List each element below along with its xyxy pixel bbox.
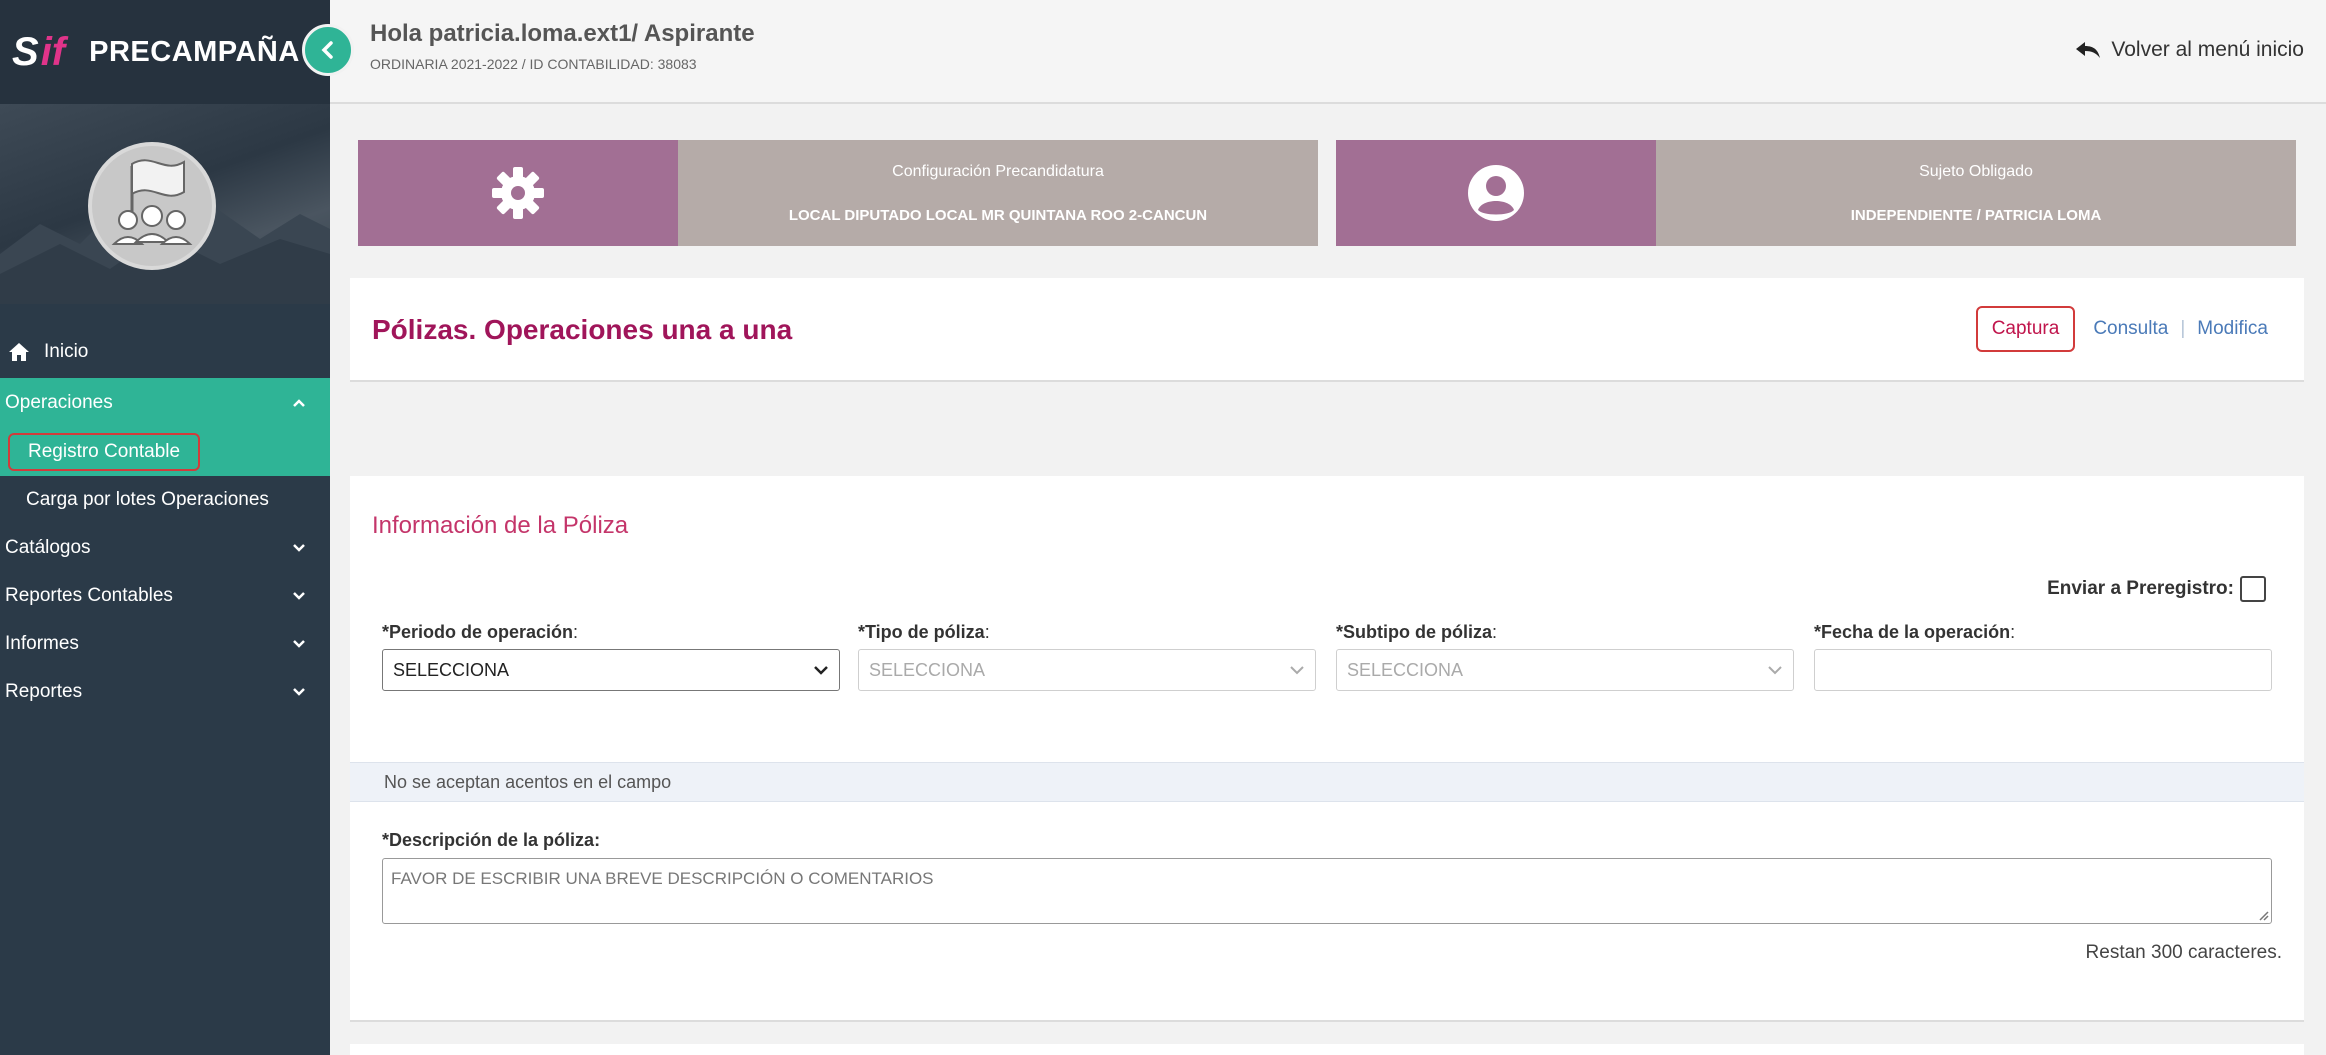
periodo-field: *Periodo de operación: SELECCIONA bbox=[382, 622, 840, 691]
logo-if: if bbox=[40, 29, 66, 74]
sidebar-item-reportes-contables[interactable]: Reportes Contables bbox=[0, 572, 330, 620]
tipo-label: *Tipo de póliza: bbox=[858, 622, 990, 642]
section-title: Información de la Póliza bbox=[372, 512, 629, 539]
title-panel: Pólizas. Operaciones una a una Captura C… bbox=[350, 278, 2304, 382]
subtipo-label: *Subtipo de póliza: bbox=[1336, 622, 1498, 642]
sidebar-item-label: Inicio bbox=[44, 341, 89, 362]
sujeto-card-text: Sujeto Obligado INDEPENDIENTE / PATRICIA… bbox=[1656, 140, 2296, 246]
chevron-down-icon bbox=[814, 666, 828, 675]
periodo-label: *Periodo de operación: bbox=[382, 622, 579, 642]
sidebar-banner bbox=[0, 104, 330, 304]
subtipo-field: *Subtipo de póliza: SELECCIONA bbox=[1336, 622, 1794, 691]
tipo-select-value: SELECCIONA bbox=[869, 659, 986, 680]
user-greeting: Hola patricia.loma.ext1/ Aspirante bbox=[370, 20, 755, 47]
config-card: Configuración Precandidatura LOCAL DIPUT… bbox=[358, 140, 1318, 246]
sidebar-item-reportes[interactable]: Reportes bbox=[0, 668, 330, 716]
sidebar-item-catalogos[interactable]: Catálogos bbox=[0, 524, 330, 572]
sujeto-label: Sujeto Obligado bbox=[1919, 162, 2033, 180]
sidebar-item-informes[interactable]: Informes bbox=[0, 620, 330, 668]
chevron-down-icon bbox=[293, 640, 305, 648]
config-card-text: Configuración Precandidatura LOCAL DIPUT… bbox=[678, 140, 1318, 246]
tipo-select[interactable]: SELECCIONA bbox=[858, 649, 1316, 691]
gear-icon bbox=[492, 167, 544, 219]
chevron-up-icon bbox=[293, 399, 305, 407]
chevron-down-icon bbox=[293, 592, 305, 600]
periodo-select-value: SELECCIONA bbox=[393, 659, 510, 680]
chevron-down-icon bbox=[1290, 666, 1304, 675]
brand-title: PRECAMPAÑA bbox=[89, 35, 300, 68]
chevron-down-icon bbox=[1768, 666, 1782, 675]
sif-logo: Sif bbox=[12, 30, 65, 75]
config-card-icon-box bbox=[358, 140, 678, 246]
fecha-field: *Fecha de la operación: bbox=[1814, 622, 2272, 691]
prereg-checkbox[interactable] bbox=[2240, 576, 2266, 602]
group-flag-icon bbox=[111, 159, 193, 245]
tipo-field: *Tipo de póliza: SELECCIONA bbox=[858, 622, 1316, 691]
collapse-sidebar-button[interactable] bbox=[302, 24, 354, 76]
fecha-input[interactable] bbox=[1814, 649, 2272, 691]
tab-captura[interactable]: Captura bbox=[1975, 306, 2076, 352]
back-link-label: Volver al menú inicio bbox=[2111, 38, 2304, 61]
chevron-down-icon bbox=[293, 688, 305, 696]
logo-s: S bbox=[12, 29, 39, 74]
home-icon bbox=[9, 343, 29, 361]
sidebar-item-label: Informes bbox=[5, 633, 79, 654]
poliza-form-panel: Información de la Póliza Enviar a Prereg… bbox=[350, 476, 2304, 1022]
descripcion-placeholder: FAVOR DE ESCRIBIR UNA BREVE DESCRIPCIÓN … bbox=[391, 869, 934, 888]
user-circle-icon bbox=[1468, 165, 1524, 221]
sidebar-item-label: Operaciones bbox=[5, 392, 113, 413]
descripcion-label: *Descripción de la póliza: bbox=[382, 830, 601, 850]
sidebar-nav: Inicio Operaciones Registro Contable Car… bbox=[0, 304, 330, 716]
config-value: LOCAL DIPUTADO LOCAL MR QUINTANA ROO 2-C… bbox=[788, 206, 1208, 224]
sidebar-item-label: Reportes Contables bbox=[5, 585, 173, 606]
prereg-option: Enviar a Preregistro: bbox=[2047, 576, 2266, 602]
reply-arrow-icon bbox=[2076, 42, 2101, 58]
remaining-characters: Restan 300 caracteres. bbox=[2085, 942, 2282, 963]
sidebar: Sif PRECAMPAÑA Inicio Operaciones Regist… bbox=[0, 0, 330, 1055]
page-title: Pólizas. Operaciones una a una bbox=[372, 314, 793, 345]
sujeto-card-icon-box bbox=[1336, 140, 1656, 246]
prereg-label: Enviar a Preregistro: bbox=[2047, 578, 2234, 599]
next-panel bbox=[350, 1044, 2304, 1055]
fecha-label: *Fecha de la operación: bbox=[1814, 622, 2016, 642]
avatar bbox=[88, 142, 216, 270]
mode-tabs: Captura Consulta | Modifica bbox=[1975, 306, 2280, 352]
tab-modifica[interactable]: Modifica bbox=[2185, 318, 2280, 340]
config-label: Configuración Precandidatura bbox=[892, 162, 1104, 180]
subtipo-select[interactable]: SELECCIONA bbox=[1336, 649, 1794, 691]
resize-handle-icon[interactable] bbox=[2257, 909, 2269, 921]
subtipo-select-value: SELECCIONA bbox=[1347, 659, 1464, 680]
topbar: Hola patricia.loma.ext1/ Aspirante ORDIN… bbox=[330, 0, 2326, 104]
sidebar-item-operaciones[interactable]: Operaciones bbox=[0, 378, 330, 428]
chevron-down-icon bbox=[293, 544, 305, 552]
sidebar-item-registro-contable[interactable]: Registro Contable bbox=[0, 428, 330, 476]
accounting-info: ORDINARIA 2021-2022 / ID CONTABILIDAD: 3… bbox=[370, 56, 697, 72]
descripcion-textarea[interactable]: FAVOR DE ESCRIBIR UNA BREVE DESCRIPCIÓN … bbox=[382, 858, 2272, 924]
accent-notice: No se aceptan acentos en el campo bbox=[350, 762, 2304, 802]
sidebar-item-inicio[interactable]: Inicio bbox=[0, 326, 330, 378]
sujeto-card: Sujeto Obligado INDEPENDIENTE / PATRICIA… bbox=[1336, 140, 2296, 246]
sidebar-item-label: Carga por lotes Operaciones bbox=[26, 489, 269, 510]
sidebar-item-label: Catálogos bbox=[5, 537, 91, 558]
sidebar-item-label: Reportes bbox=[5, 681, 83, 702]
back-to-menu-link[interactable]: Volver al menú inicio bbox=[2075, 38, 2304, 62]
sujeto-value: INDEPENDIENTE / PATRICIA LOMA bbox=[1850, 206, 2102, 224]
sidebar-item-carga-lotes[interactable]: Carga por lotes Operaciones bbox=[0, 476, 330, 524]
brand-header: Sif PRECAMPAÑA bbox=[0, 0, 330, 104]
periodo-select[interactable]: SELECCIONA bbox=[382, 649, 840, 691]
sidebar-item-label: Registro Contable bbox=[8, 433, 201, 471]
tab-consulta[interactable]: Consulta bbox=[2081, 318, 2180, 340]
chevron-left-icon bbox=[321, 41, 333, 59]
